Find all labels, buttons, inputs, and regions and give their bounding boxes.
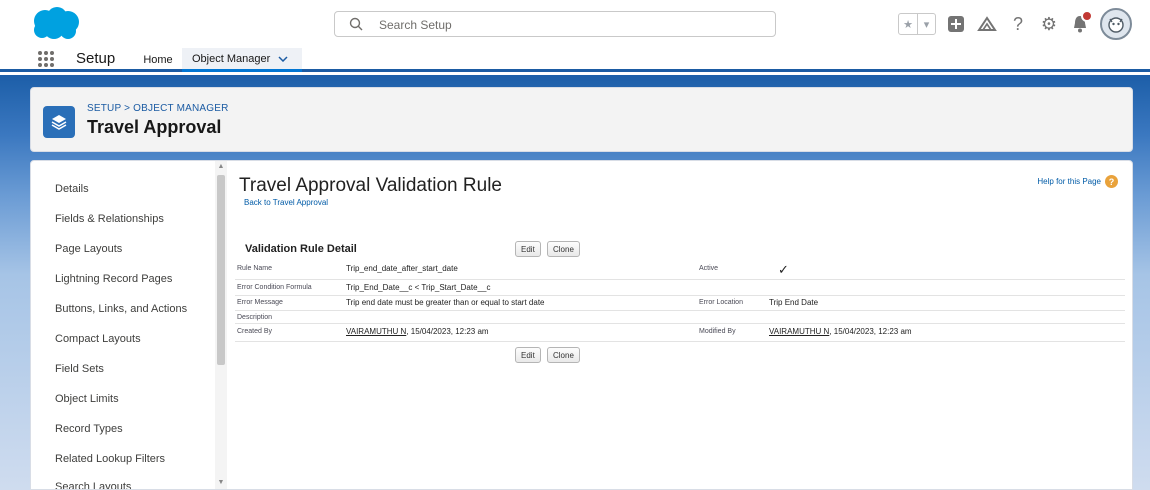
formula-label: Error Condition Formula	[237, 284, 312, 291]
validation-rule-content: Travel Approval Validation Rule Back to …	[229, 161, 1132, 489]
help-for-page-link[interactable]: Help for this Page ?	[1037, 175, 1118, 188]
scroll-up-arrow-icon[interactable]: ▲	[215, 163, 227, 173]
favorites-group: ★ ▾	[898, 13, 936, 35]
favorite-star-icon[interactable]: ★	[899, 14, 917, 34]
search-placeholder: Search Setup	[379, 18, 452, 32]
sidebar-item-lightning-record-pages[interactable]: Lightning Record Pages	[55, 273, 172, 285]
validation-rule-title: Travel Approval Validation Rule	[239, 175, 502, 196]
error-location-value: Trip End Date	[769, 298, 819, 307]
tab-home[interactable]: Home	[135, 48, 181, 72]
gear-icon[interactable]: ⚙	[1038, 13, 1060, 35]
breadcrumb[interactable]: SETUP > OBJECT MANAGER	[87, 103, 229, 114]
section-title: Validation Rule Detail	[245, 243, 357, 255]
tab-object-manager[interactable]: Object Manager	[182, 48, 302, 72]
scroll-down-arrow-icon[interactable]: ▼	[215, 479, 227, 489]
created-by-value: VAIRAMUTHU N, 15/04/2023, 12:23 am	[346, 327, 489, 336]
trailhead-icon[interactable]	[976, 13, 998, 35]
sidebar-item-compact-layouts[interactable]: Compact Layouts	[55, 333, 141, 345]
sidebar-item-related-lookup-filters[interactable]: Related Lookup Filters	[55, 453, 165, 465]
error-location-label: Error Location	[699, 299, 743, 306]
active-checkmark-icon: ✓	[778, 262, 789, 277]
sidebar-item-record-types[interactable]: Record Types	[55, 423, 123, 435]
page-title: Travel Approval	[87, 117, 222, 137]
sidebar-item-fields-relationships[interactable]: Fields & Relationships	[55, 213, 164, 225]
detail-row-formula: Error Condition Formula Trip_End_Date__c…	[235, 280, 1125, 296]
user-avatar[interactable]	[1100, 8, 1132, 40]
app-name: Setup	[76, 50, 116, 67]
edit-button-bottom[interactable]: Edit	[515, 347, 541, 363]
sidebar-item-page-layouts[interactable]: Page Layouts	[55, 243, 122, 255]
app-launcher-icon[interactable]	[38, 51, 54, 67]
detail-row-created-modified: Created By VAIRAMUTHU N, 15/04/2023, 12:…	[235, 324, 1125, 342]
salesforce-logo[interactable]	[30, 6, 82, 42]
sidebar-item-field-sets[interactable]: Field Sets	[55, 363, 104, 375]
modified-by-value: VAIRAMUTHU N, 15/04/2023, 12:23 am	[769, 327, 912, 336]
active-label: Active	[699, 265, 719, 272]
search-icon	[349, 17, 363, 31]
description-label: Description	[237, 314, 273, 321]
error-message-label: Error Message	[237, 299, 283, 306]
formula-value: Trip_End_Date__c < Trip_Start_Date__c	[346, 283, 491, 292]
sidebar-scrollbar[interactable]: ▲ ▼	[215, 161, 227, 489]
rule-name-value: Trip_end_date_after_start_date	[346, 264, 458, 273]
detail-row-error-message: Error Message Trip end date must be grea…	[235, 296, 1125, 311]
header-icons: ★ ▾ ? ⚙	[898, 8, 1132, 40]
main-card: Details Fields & Relationships Page Layo…	[30, 160, 1133, 490]
global-header: Search Setup ★ ▾ ? ⚙	[0, 0, 1150, 48]
detail-row-rule-name: Rule Name Trip_end_date_after_start_date…	[235, 261, 1125, 280]
chevron-down-icon[interactable]	[278, 55, 288, 62]
created-by-date: , 15/04/2023, 12:23 am	[406, 327, 489, 336]
object-layers-icon	[43, 106, 75, 138]
sidebar-item-details[interactable]: Details	[55, 183, 89, 195]
error-message-value: Trip end date must be greater than or eq…	[346, 298, 545, 307]
global-actions-plus-icon[interactable]	[945, 13, 967, 35]
search-input[interactable]: Search Setup	[334, 11, 776, 37]
clone-button-bottom[interactable]: Clone	[547, 347, 580, 363]
notifications-bell-icon[interactable]	[1069, 10, 1093, 35]
detail-row-description: Description	[235, 311, 1125, 324]
modified-by-label: Modified By	[699, 328, 736, 335]
created-by-user-link[interactable]: VAIRAMUTHU N	[346, 327, 406, 336]
modified-by-user-link[interactable]: VAIRAMUTHU N	[769, 327, 829, 336]
tab-object-manager-label: Object Manager	[192, 52, 271, 65]
help-link-label: Help for this Page	[1037, 177, 1101, 186]
page-header: SETUP > OBJECT MANAGER Travel Approval	[30, 87, 1133, 152]
sidebar-item-buttons-links-actions[interactable]: Buttons, Links, and Actions	[55, 303, 187, 315]
created-by-label: Created By	[237, 328, 273, 335]
tab-home-label: Home	[143, 54, 173, 66]
help-question-icon: ?	[1105, 175, 1118, 188]
context-nav-bar: Setup Home Object Manager	[0, 48, 1150, 72]
clone-button-top[interactable]: Clone	[547, 241, 580, 257]
object-sidebar: Details Fields & Relationships Page Layo…	[31, 161, 229, 489]
rule-name-label: Rule Name	[237, 265, 273, 272]
back-to-travel-approval-link[interactable]: Back to Travel Approval	[244, 198, 328, 207]
scroll-thumb[interactable]	[217, 175, 225, 365]
modified-by-date: , 15/04/2023, 12:23 am	[829, 327, 912, 336]
sidebar-item-search-layouts[interactable]: Search Layouts	[55, 481, 131, 489]
favorites-dropdown-icon[interactable]: ▾	[917, 14, 935, 34]
sidebar-item-object-limits[interactable]: Object Limits	[55, 393, 119, 405]
notification-badge	[1081, 10, 1093, 22]
edit-button-top[interactable]: Edit	[515, 241, 541, 257]
help-icon[interactable]: ?	[1007, 13, 1029, 35]
